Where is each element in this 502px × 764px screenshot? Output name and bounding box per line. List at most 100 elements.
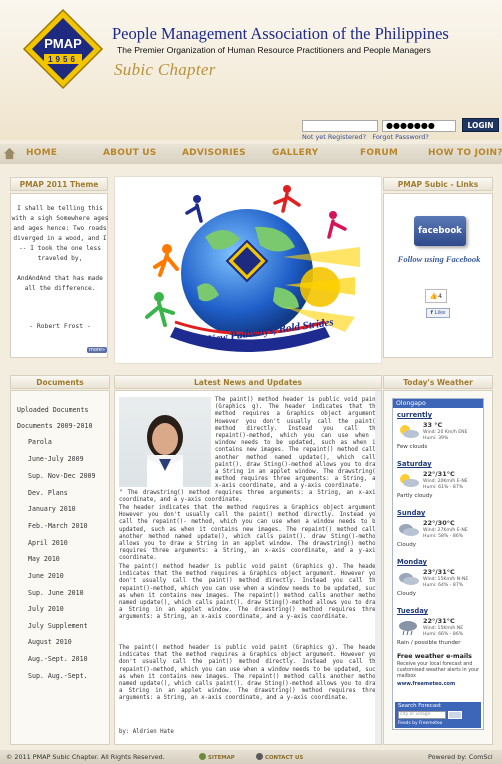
forecast-search-label: Search Forecast	[398, 703, 442, 709]
nav-home[interactable]: HOME	[26, 148, 57, 158]
sitemap-icon	[199, 753, 206, 760]
weather-current-humidity: Humi: 39%	[423, 436, 449, 441]
documents-heading: Documents	[10, 375, 110, 389]
news-paragraph: The paint() method header is public void…	[119, 564, 379, 621]
news-paragraph: " The drawstring() method requires three…	[119, 490, 379, 504]
news-photo	[119, 397, 211, 487]
forecast-search-button[interactable]	[448, 711, 462, 719]
doc-link[interactable]: Aug.-Sept. 2010	[28, 655, 88, 663]
freemeteo-link[interactable]: www.freemeteo.com	[397, 681, 455, 687]
forgot-password-link[interactable]: Forgot Password?	[372, 133, 429, 141]
main-nav: HOME ABOUT US ADVISORIES GALLERY FORUM H…	[0, 144, 502, 164]
documents-panel: Uploaded Documents Documents 2009-2010 P…	[10, 390, 110, 745]
links-panel: facebook Follow using Facebook 👍4 f Like	[383, 193, 493, 358]
weather-day-condition: Rain / possible thunder	[397, 640, 461, 646]
nav-how-to-join[interactable]: HOW TO JOIN?	[428, 148, 502, 158]
cloudy-icon	[399, 573, 419, 585]
svg-text:PMAP: PMAP	[44, 36, 82, 51]
theme-banner: New Pathways, Bold Strides	[114, 176, 382, 364]
doc-link[interactable]: April 2010	[28, 539, 68, 547]
rain-thunder-icon	[399, 621, 417, 635]
weather-day-wind: Wind: 15Km/h N-NE	[423, 577, 469, 582]
weather-widget: Olongapo currently 33 °C Wind: 20 Km/h E…	[392, 398, 484, 730]
more-button[interactable]: more»	[87, 347, 108, 353]
news-paragraph: The paint() method header is public void…	[119, 645, 379, 702]
login-button[interactable]: LOGIN	[462, 118, 499, 132]
facebook-like-button[interactable]: f Like	[426, 308, 450, 318]
home-icon[interactable]	[3, 147, 16, 160]
contact-us-link[interactable]: CONTACT US	[256, 753, 303, 761]
doc-link[interactable]: August 2010	[28, 638, 72, 646]
thumbs-up-icon: 👍	[429, 292, 438, 300]
doc-link-2009-2010[interactable]: Documents 2009-2010	[17, 422, 92, 430]
partly-cloudy-icon	[400, 474, 419, 487]
theme-panel: I shall be telling this with a sigh Some…	[10, 193, 108, 358]
nav-about-us[interactable]: ABOUT US	[103, 148, 156, 158]
news-scrollbar[interactable]	[375, 391, 381, 744]
doc-link[interactable]: July Supplement	[28, 622, 88, 630]
login-links: Not yet Registered? Forgot Password?	[302, 133, 429, 141]
weather-current-wind: Wind: 20 Km/h ENE	[423, 430, 468, 435]
news-heading: Latest News and Updates	[114, 375, 382, 389]
theme-heading: PMAP 2011 Theme	[10, 177, 108, 191]
pmap-logo[interactable]: PMAP 1956	[22, 8, 104, 90]
site-footer: © 2011 PMAP Subic Chapter. All Rights Re…	[0, 750, 502, 764]
doc-link[interactable]: Sup. June 2010	[28, 589, 84, 597]
weather-day[interactable]: Saturday	[397, 460, 432, 468]
cloudy-icon	[399, 524, 419, 536]
doc-link[interactable]: June-July 2009	[28, 455, 84, 463]
news-byline: by: Aldrien Hate	[119, 729, 174, 735]
weather-current-temp: 33 °C	[423, 421, 443, 429]
sitemap-link[interactable]: SITEMAP	[199, 753, 235, 761]
doc-link[interactable]: Feb.-March 2010	[28, 522, 88, 530]
follow-facebook-link[interactable]: Follow using Facebook	[384, 254, 494, 264]
doc-link[interactable]: June 2010	[28, 572, 64, 580]
doc-link[interactable]: July 2010	[28, 605, 64, 613]
weather-email-text: Receive your local forecast and customis…	[397, 662, 479, 679]
links-heading: PMAP Subic - Links	[383, 177, 493, 191]
weather-day-condition: Cloudy	[397, 542, 416, 548]
weather-day-wind: Wind: 27Km/h E-NE	[423, 528, 468, 533]
weather-heading: Today's Weather	[383, 375, 493, 389]
doc-link[interactable]: May 2010	[28, 555, 60, 563]
username-input[interactable]	[302, 120, 378, 132]
facebook-f-icon: f	[430, 310, 433, 316]
feeds-credit[interactable]: Feeds by Freemeteo	[398, 721, 442, 726]
weather-day-humidity: Humi: 58% - 86%	[423, 534, 464, 539]
weather-current-label[interactable]: currently	[397, 411, 432, 419]
forecast-search: Search Forecast city or village Feeds by…	[395, 702, 481, 728]
weather-day-temp: 23°/31°C	[423, 568, 455, 576]
register-link[interactable]: Not yet Registered?	[302, 133, 366, 141]
weather-day-condition: Partly cloudy	[397, 493, 433, 499]
weather-day-temp: 22°/31°C	[423, 470, 455, 478]
weather-email-title: Free weather e-mails	[397, 653, 472, 660]
nav-advisories[interactable]: ADVISORIES	[182, 148, 246, 158]
nav-forum[interactable]: FORUM	[360, 148, 398, 158]
password-input[interactable]: ●●●●●●●	[382, 120, 456, 132]
forecast-search-input[interactable]: city or village	[398, 711, 446, 719]
powered-by-text: Powered by: ComSci	[428, 753, 493, 761]
org-title: People Management Association of the Phi…	[112, 24, 449, 43]
weather-day[interactable]: Monday	[397, 558, 427, 566]
weather-day[interactable]: Tuesday	[397, 607, 428, 615]
chapter-name: Subic Chapter	[114, 60, 216, 79]
weather-day-temp: 22°/31°C	[423, 617, 455, 625]
facebook-logo[interactable]: facebook	[414, 216, 466, 246]
weather-day-wind: Wind: 15Km/h NE	[423, 626, 464, 631]
doc-link[interactable]: January 2010	[28, 505, 76, 513]
theme-poem: I shall be telling this with a sigh Some…	[11, 205, 109, 292]
weather-day[interactable]: Sunday	[397, 509, 425, 517]
weather-day-humidity: Humi: 64% - 87%	[423, 583, 464, 588]
few-clouds-icon	[400, 425, 419, 438]
doc-link[interactable]: Sup. Aug.-Sept.	[28, 672, 88, 680]
weather-day-temp: 22°/30°C	[423, 519, 455, 527]
doc-link-uploaded[interactable]: Uploaded Documents	[17, 406, 88, 414]
doc-link[interactable]: Dev. Plans	[28, 489, 68, 497]
nav-gallery[interactable]: GALLERY	[272, 148, 318, 158]
weather-day-wind: Wind: 20Km/h E-NE	[423, 479, 468, 484]
doc-link[interactable]: Sup. Nov-Dec 2009	[28, 472, 96, 480]
doc-link[interactable]: Parola	[28, 438, 52, 446]
theme-author: - Robert Frost -	[29, 322, 91, 330]
news-panel: The paint() method header is public void…	[114, 390, 382, 745]
site-header: PMAP 1956 People Management Association …	[0, 0, 502, 141]
